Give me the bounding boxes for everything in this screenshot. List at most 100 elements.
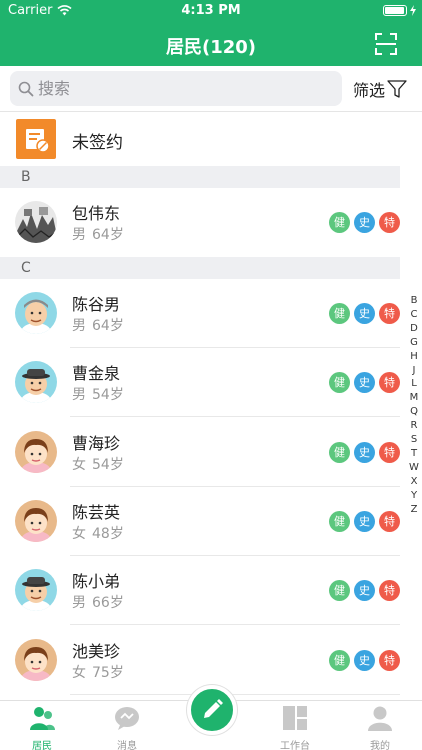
index-letter-r[interactable]: R — [411, 419, 418, 433]
resident-tags: 健史特 — [329, 303, 400, 324]
index-letter-l[interactable]: L — [411, 377, 417, 391]
resident-age: 54岁 — [92, 456, 124, 473]
resident-age: 54岁 — [92, 387, 124, 404]
index-letter-m[interactable]: M — [410, 391, 419, 405]
resident-row[interactable]: 陈小弟男 66岁 健史特 — [0, 556, 400, 626]
tab-profile[interactable]: 我的 — [345, 705, 415, 750]
special-tag[interactable]: 特 — [379, 580, 400, 602]
resident-row[interactable]: 陈芸英女 48岁 健史特 — [0, 486, 400, 556]
health-tag[interactable]: 健 — [329, 510, 350, 532]
avatar — [15, 201, 57, 243]
resident-tags: 健史特 — [329, 510, 400, 532]
tab-residents[interactable]: 居民 — [7, 705, 77, 750]
residents-icon — [30, 707, 55, 730]
unsigned-label: 未签约 — [72, 133, 123, 153]
resident-meta: 女 48岁 — [72, 523, 130, 543]
nav-bar: 居民(120) — [0, 22, 422, 66]
resident-name: 曹金泉 — [72, 364, 121, 384]
history-tag[interactable]: 史 — [354, 303, 375, 324]
new-record-button[interactable] — [187, 685, 237, 735]
index-letter-x[interactable]: X — [411, 475, 418, 489]
message-icon — [115, 707, 139, 730]
index-letter-z[interactable]: Z — [411, 503, 418, 517]
tab-workbench[interactable]: 工作台 — [260, 705, 330, 750]
avatar — [15, 499, 57, 542]
tab-label: 工作台 — [280, 741, 310, 750]
avatar — [15, 569, 57, 612]
resident-tags: 健史特 — [329, 580, 400, 602]
index-letter-y[interactable]: Y — [411, 489, 417, 503]
resident-meta: 男 66岁 — [72, 592, 130, 612]
resident-tags: 健史特 — [329, 372, 400, 394]
history-tag[interactable]: 史 — [354, 372, 375, 394]
resident-gender: 男 — [72, 595, 86, 612]
tab-label: 消息 — [117, 741, 137, 750]
resident-age: 75岁 — [92, 664, 124, 681]
health-tag[interactable]: 健 — [329, 372, 350, 394]
filter-label: 筛选 — [353, 81, 386, 100]
alphabet-index[interactable]: BCDGHJLMQRSTWXYZ — [408, 294, 420, 517]
section-header-b: B — [0, 166, 400, 188]
filter-icon — [387, 80, 407, 98]
special-tag[interactable]: 特 — [379, 441, 400, 463]
search-icon — [18, 81, 34, 97]
index-letter-h[interactable]: H — [410, 350, 418, 364]
resident-age: 48岁 — [92, 525, 124, 542]
history-tag[interactable]: 史 — [354, 212, 375, 233]
index-letter-q[interactable]: Q — [410, 405, 418, 419]
page-title: 居民(120) — [165, 37, 257, 58]
search-input[interactable] — [38, 73, 328, 104]
health-tag[interactable]: 健 — [329, 441, 350, 463]
resident-meta: 男 54岁 — [72, 384, 130, 404]
profile-icon — [368, 706, 392, 731]
special-tag[interactable]: 特 — [379, 510, 400, 532]
history-tag[interactable]: 史 — [354, 649, 375, 671]
special-tag[interactable]: 特 — [379, 212, 400, 233]
history-tag[interactable]: 史 — [354, 580, 375, 602]
resident-meta: 男 64岁 — [72, 224, 130, 244]
search-box[interactable] — [10, 71, 342, 106]
unsigned-residents-row[interactable]: 未签约 — [0, 112, 422, 166]
resident-row[interactable]: 池美珍女 75岁 健史特 — [0, 625, 400, 695]
resident-row[interactable]: 曹金泉男 54岁 健史特 — [0, 348, 400, 418]
index-letter-g[interactable]: G — [410, 336, 418, 350]
health-tag[interactable]: 健 — [329, 303, 350, 324]
unsigned-document-icon — [16, 119, 56, 159]
resident-row[interactable]: 曹海珍女 54岁 健史特 — [0, 417, 400, 487]
health-tag[interactable]: 健 — [329, 212, 350, 233]
resident-meta: 女 75岁 — [72, 662, 130, 682]
index-letter-s[interactable]: S — [411, 433, 417, 447]
index-letter-j[interactable]: J — [413, 364, 416, 378]
avatar — [15, 292, 57, 334]
filter-button[interactable]: 筛选 — [353, 77, 407, 101]
resident-name: 曹海珍 — [72, 433, 121, 453]
resident-tags: 健 史 特 — [329, 212, 400, 233]
resident-name: 池美珍 — [72, 641, 121, 661]
index-letter-d[interactable]: D — [410, 322, 418, 336]
special-tag[interactable]: 特 — [379, 372, 400, 394]
history-tag[interactable]: 史 — [354, 441, 375, 463]
health-tag[interactable]: 健 — [329, 649, 350, 671]
clock: 4:13 PM — [181, 3, 241, 18]
resident-name: 陈小弟 — [72, 572, 121, 592]
resident-gender: 男 — [72, 318, 86, 334]
special-tag[interactable]: 特 — [379, 649, 400, 671]
index-letter-t[interactable]: T — [411, 447, 417, 461]
pencil-icon — [204, 699, 223, 718]
special-tag[interactable]: 特 — [379, 303, 400, 324]
battery-indicator — [383, 5, 416, 16]
divider — [70, 693, 400, 695]
resident-age: 64岁 — [92, 318, 124, 334]
charging-bolt-icon — [410, 5, 416, 16]
resident-gender: 男 — [72, 227, 86, 243]
resident-row[interactable]: 包伟东 男 64岁 健 史 特 — [0, 188, 400, 257]
resident-row[interactable]: 陈谷男男 64岁 健史特 — [0, 279, 400, 348]
resident-gender: 女 — [72, 664, 86, 681]
history-tag[interactable]: 史 — [354, 510, 375, 532]
index-letter-w[interactable]: W — [409, 461, 419, 475]
index-letter-b[interactable]: B — [411, 294, 418, 308]
health-tag[interactable]: 健 — [329, 580, 350, 602]
scan-icon[interactable] — [374, 32, 398, 56]
tab-messages[interactable]: 消息 — [92, 705, 162, 750]
index-letter-c[interactable]: C — [411, 308, 418, 322]
